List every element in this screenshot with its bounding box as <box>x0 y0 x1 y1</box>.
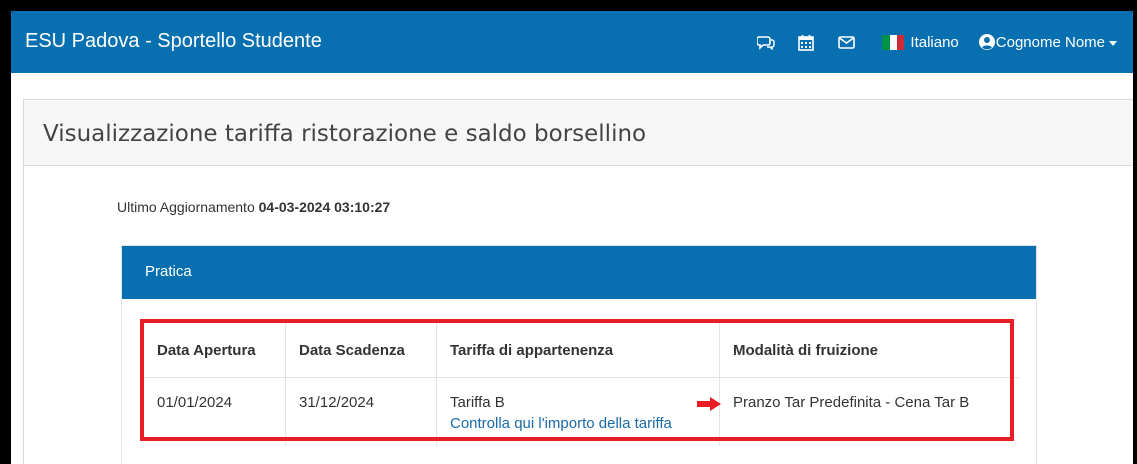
brand-title[interactable]: ESU Padova - Sportello Studente <box>25 30 322 53</box>
page-header: Visualizzazione tariffa ristorazione e s… <box>24 100 1133 166</box>
last-update-label: Ultimo Aggiornamento <box>117 199 255 215</box>
chat-icon[interactable] <box>756 32 776 52</box>
language-label: Italiano <box>910 33 959 51</box>
highlight-box <box>140 319 1014 441</box>
last-update-value: 04-03-2024 03:10:27 <box>258 199 391 215</box>
app-window: ESU Padova - Sportello Studente Italiano… <box>11 11 1133 464</box>
chevron-down-icon <box>1109 40 1117 46</box>
language-selector[interactable]: Italiano <box>882 33 959 51</box>
user-circle-icon <box>978 34 995 50</box>
calendar-icon[interactable] <box>796 32 816 52</box>
user-name: Cognome Nome <box>995 33 1105 51</box>
italy-flag-icon <box>882 34 905 50</box>
panel-title: Pratica <box>145 263 192 280</box>
top-navbar: ESU Padova - Sportello Studente Italiano… <box>11 11 1133 73</box>
user-menu[interactable]: Cognome Nome <box>978 33 1117 51</box>
last-update: Ultimo Aggiornamento 04-03-2024 03:10:27 <box>117 199 390 215</box>
page-title: Visualizzazione tariffa ristorazione e s… <box>43 121 647 147</box>
panel-heading: Pratica <box>122 246 1036 299</box>
navbar-right: Italiano Cognome Nome <box>756 11 1117 73</box>
mail-icon[interactable] <box>836 32 856 52</box>
